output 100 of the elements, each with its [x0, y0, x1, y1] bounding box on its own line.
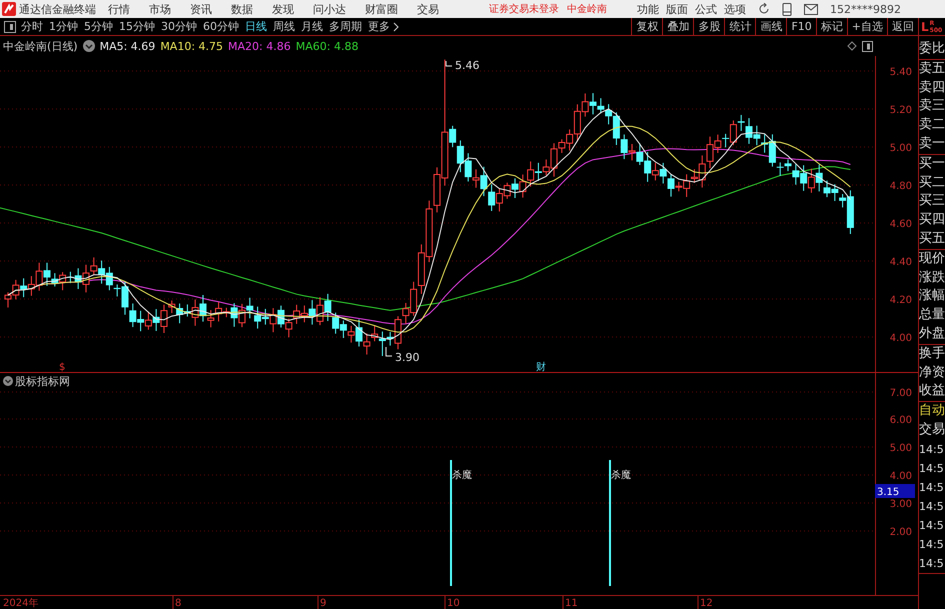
price-axis-label: 4.40 [890, 257, 912, 268]
app-title: 通达信金融终端 [19, 2, 96, 16]
login-status: 证券交易未登录 [489, 2, 559, 16]
period-tab[interactable]: 更多 [368, 19, 390, 34]
date-axis-label: 9 [320, 598, 326, 609]
tool-menu-item[interactable]: 功能 [637, 2, 659, 16]
dropdown-icon[interactable] [82, 40, 95, 52]
auto-label[interactable]: 自动 [919, 402, 945, 421]
quote-field-label: 卖一 [919, 134, 945, 153]
period-tab[interactable]: 30分钟 [161, 19, 197, 34]
price-axis-label: 4.60 [890, 219, 912, 230]
signal-label: 杀魔 [611, 470, 631, 481]
quote-field-label: 总量 [919, 306, 945, 324]
moving-average-value: MA10: 4.75 [160, 40, 224, 52]
quote-field-label: 现价 [919, 250, 945, 268]
event-marker[interactable]: 财 [536, 362, 546, 373]
panel-toggle-icon[interactable] [4, 20, 16, 32]
quote-field-label: 净资 [919, 364, 945, 382]
stock-title: 中金岭南(日线) [3, 38, 78, 54]
chevron-right-icon[interactable] [393, 22, 399, 32]
period-tab[interactable]: 5分钟 [84, 19, 113, 34]
chart-tool-button[interactable]: +自选 [846, 18, 887, 36]
mail-icon[interactable] [804, 4, 818, 14]
tool-menu-item[interactable]: 版面 [666, 2, 688, 16]
chart-tool-button[interactable]: 画线 [755, 18, 786, 36]
menu-item[interactable]: 行情 [108, 2, 130, 16]
menu-item[interactable]: 发现 [272, 2, 294, 16]
quote-field-label: 委比 [919, 40, 945, 58]
quote-field-label: 买三 [919, 192, 945, 210]
trade-time: 14:5 [919, 518, 945, 534]
panel-toggle-icon[interactable] [862, 40, 873, 52]
quote-field-label: 外盘 [919, 324, 945, 343]
leader-line [386, 346, 392, 356]
date-axis-label: 11 [565, 598, 578, 609]
quote-field-label: 卖五 [919, 60, 945, 78]
indicator-axis-label: 4.00 [890, 471, 912, 482]
refresh-icon[interactable] [758, 3, 770, 15]
chart-tool-button[interactable]: 统计 [724, 18, 756, 36]
chart-tool-button[interactable]: 叠加 [662, 18, 694, 36]
date-axis-label: 12 [700, 598, 713, 609]
menu-item[interactable]: 问小达 [313, 2, 346, 16]
tool-menu-item[interactable]: 公式 [695, 2, 717, 16]
quote-field-label: 换手 [919, 344, 945, 363]
period-tab[interactable]: 1分钟 [49, 19, 78, 34]
high-price-label: 5.46 [455, 59, 480, 72]
date-axis-label: 8 [175, 598, 182, 609]
price-axis-label: 5.20 [890, 105, 912, 116]
moving-average-value: MA60: 4.88 [296, 40, 358, 52]
price-axis-label: 4.00 [890, 333, 912, 344]
event-marker[interactable]: $ [59, 362, 66, 373]
period-tab[interactable]: 日线 [245, 19, 267, 34]
indicator-name: 股标指标网 [15, 375, 70, 388]
menu-item[interactable]: 市场 [149, 2, 171, 16]
indicator-axis-label: 7.00 [890, 388, 912, 399]
trade-time: 14:5 [919, 480, 945, 496]
value-tag: 3.15 [875, 484, 915, 498]
trade-label: 交易 [919, 420, 945, 439]
quote-field-label: 买五 [919, 230, 945, 248]
trade-time: 14:5 [919, 498, 945, 515]
menu-item[interactable]: 财富圈 [365, 2, 398, 16]
low-price-label: 3.90 [395, 351, 420, 364]
price-axis-label: 5.00 [890, 143, 912, 154]
trade-time: 14:5 [919, 536, 945, 553]
trade-time: 14:5 [919, 460, 945, 477]
chart-tool-button[interactable]: 复权 [631, 18, 662, 36]
signal-label: 杀魔 [452, 470, 472, 481]
price-axis-label: 5.40 [890, 67, 912, 78]
menu-item[interactable]: 数据 [231, 2, 253, 16]
stock-name: 中金岭南 [567, 2, 607, 16]
collapse-icon[interactable] [3, 376, 13, 386]
indicator-axis-label: 3.00 [890, 499, 912, 510]
quote-field-label: 收益 [919, 382, 945, 400]
diamond-icon[interactable] [847, 41, 857, 51]
menu-item[interactable]: 交易 [417, 2, 439, 16]
date-axis-label: 2024年 [3, 598, 38, 609]
indicator-axis-label: 2.00 [890, 527, 912, 538]
chart-tool-button[interactable]: 多股 [693, 18, 724, 36]
price-axis-label: 4.20 [890, 295, 912, 306]
quote-field-label: 买四 [919, 211, 945, 230]
quote-field-label: 买一 [919, 154, 945, 173]
period-tab[interactable]: 周线 [273, 19, 295, 34]
date-axis-label: 10 [447, 598, 460, 609]
menu-item[interactable]: 资讯 [190, 2, 212, 16]
indicator-axis-label: 6.00 [890, 415, 912, 426]
tool-menu-item[interactable]: 选项 [724, 2, 746, 16]
quote-field-label: 涨跌 [919, 268, 945, 287]
chart-tool-button[interactable]: 标记 [816, 18, 847, 36]
chart-tool-button[interactable]: 返回 [887, 18, 918, 36]
period-tab[interactable]: 60分钟 [203, 19, 239, 34]
period-tab[interactable]: 15分钟 [119, 19, 155, 34]
quote-field-label: 买二 [919, 174, 945, 192]
trade-time: 14:5 [919, 442, 945, 458]
moving-average-value: MA5: 4.69 [100, 40, 156, 52]
account-number[interactable]: 152****9892 [830, 2, 901, 16]
period-tab[interactable]: 月线 [301, 19, 323, 34]
chart-tool-button[interactable]: F10 [786, 18, 816, 36]
period-tab[interactable]: 多周期 [329, 19, 362, 34]
phone-icon[interactable] [782, 2, 792, 16]
period-tab[interactable]: 分时 [21, 19, 43, 34]
trade-time: 14:5 [919, 556, 945, 572]
